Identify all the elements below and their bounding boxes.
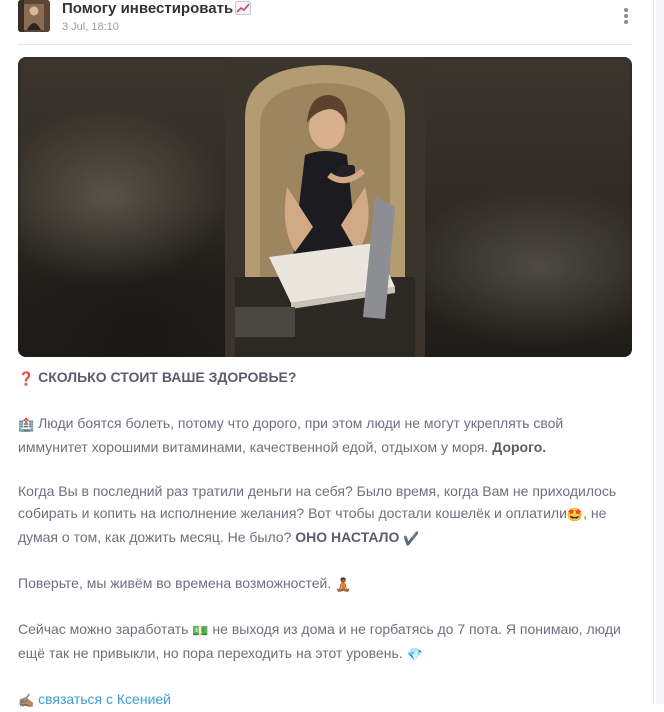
woman-with-coffee-cup-photo [225, 57, 425, 357]
gem-icon: 💎 [406, 647, 423, 662]
post-date: 3 Jul, 18:10 [62, 21, 119, 33]
writing-hand-icon: ✍🏽 [18, 693, 35, 708]
dollar-banknote-icon: 💵 [192, 623, 209, 638]
more-vertical-icon[interactable] [620, 6, 632, 26]
scrollbar-track[interactable] [656, 0, 664, 704]
post-image[interactable] [18, 57, 632, 357]
question-mark-icon: ❓ [18, 371, 35, 386]
check-mark-icon: ✔️ [403, 531, 420, 546]
paragraph-spending: Когда Вы в последний раз тратили деньги … [18, 480, 632, 550]
post-title: ❓ СКОЛЬКО СТОИТ ВАШЕ ЗДОРОВЬЕ? [18, 366, 632, 390]
person-in-lotus-icon: 🧘🏾 [335, 577, 352, 592]
avatar[interactable] [18, 0, 50, 32]
contact-line: ✍🏽 связаться с Ксенией [18, 688, 632, 712]
panel-divider [653, 0, 654, 704]
paragraph-health: 🏥 Люди боятся болеть, потому что дорого,… [18, 415, 564, 455]
paragraph-earn: Сейчас можно заработать 💵 не выходя из д… [18, 618, 632, 666]
chart-increasing-icon [235, 1, 252, 19]
contact-link[interactable]: связаться с Ксенией [38, 691, 171, 707]
hospital-icon: 🏥 [18, 417, 35, 432]
paragraph-opportunities: Поверьте, мы живём во времена возможност… [18, 572, 632, 596]
star-struck-icon: 🤩 [566, 507, 584, 522]
author-name[interactable]: Помогу инвестировать [62, 0, 252, 19]
post-body: ❓ СКОЛЬКО СТОИТ ВАШЕ ЗДОРОВЬЕ? 🏥 Люди бо… [18, 366, 632, 712]
post-header: Помогу инвестировать 3 Jul, 18:10 [18, 0, 632, 45]
